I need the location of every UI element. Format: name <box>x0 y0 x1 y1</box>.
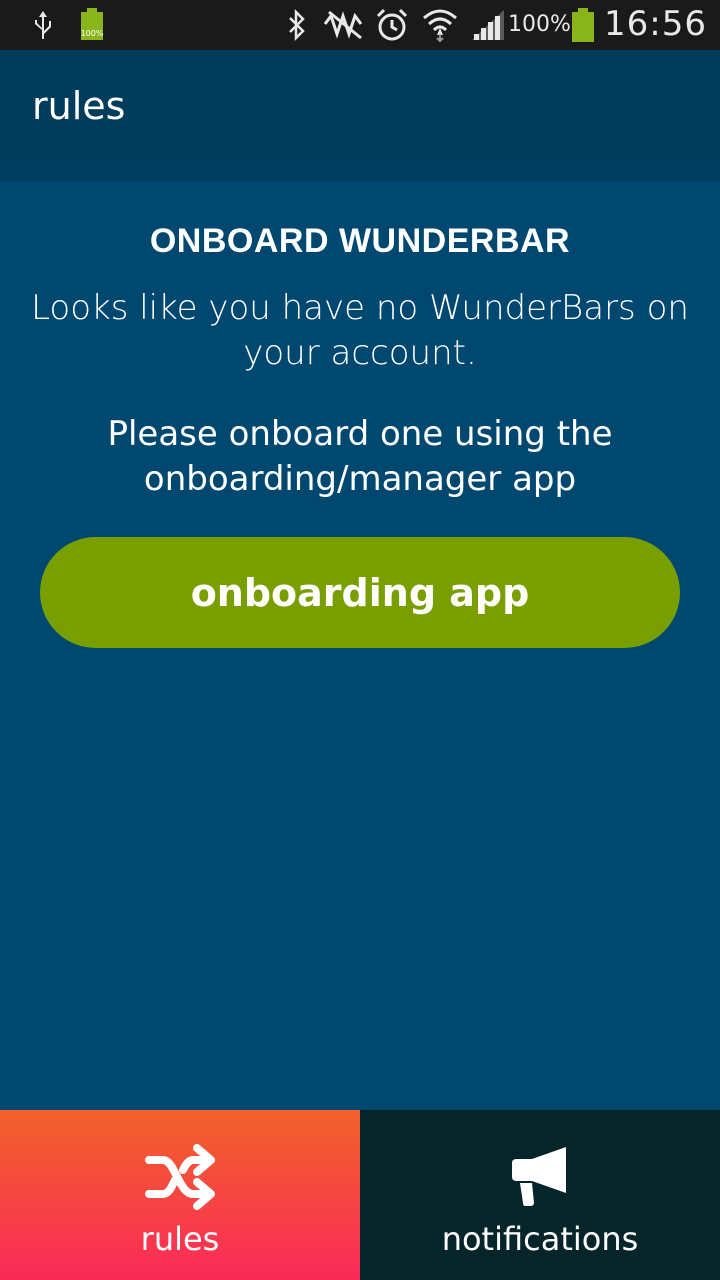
clock: 16:56 <box>604 4 707 44</box>
tab-rules[interactable]: rules <box>0 1110 360 1280</box>
empty-state-heading: ONBOARD WUNDERBAR <box>149 222 571 260</box>
tab-rules-label: rules <box>140 1220 220 1258</box>
signal-icon <box>468 8 508 42</box>
shuffle-icon <box>145 1142 215 1212</box>
empty-state-instruction: Please onboard one using the onboarding/… <box>107 414 613 499</box>
bottom-nav: rules notifications <box>0 1110 720 1280</box>
bluetooth-icon <box>282 8 312 42</box>
status-bar: 100% 100% 16:56 <box>0 0 720 50</box>
empty-state-message: Looks like you have no WunderBars on you… <box>31 288 689 373</box>
app-bar: rules <box>0 50 720 162</box>
tab-notifications[interactable]: notifications <box>360 1110 720 1280</box>
alarm-icon <box>372 8 412 42</box>
battery-icon <box>568 8 598 42</box>
app-bar-divider <box>0 162 720 182</box>
battery-percent: 100% <box>508 12 571 37</box>
tab-notifications-label: notifications <box>441 1220 639 1258</box>
mute-icon <box>322 8 366 42</box>
empty-state: ONBOARD WUNDERBAR Looks like you have no… <box>0 182 720 1110</box>
wifi-icon <box>420 8 460 42</box>
onboarding-app-button[interactable]: onboarding app <box>40 537 680 648</box>
battery-icon: 100% <box>78 8 106 42</box>
page-title: rules <box>32 84 126 128</box>
battery-small-label: 100% <box>81 29 104 38</box>
megaphone-icon <box>505 1142 575 1212</box>
usb-icon <box>28 8 58 42</box>
